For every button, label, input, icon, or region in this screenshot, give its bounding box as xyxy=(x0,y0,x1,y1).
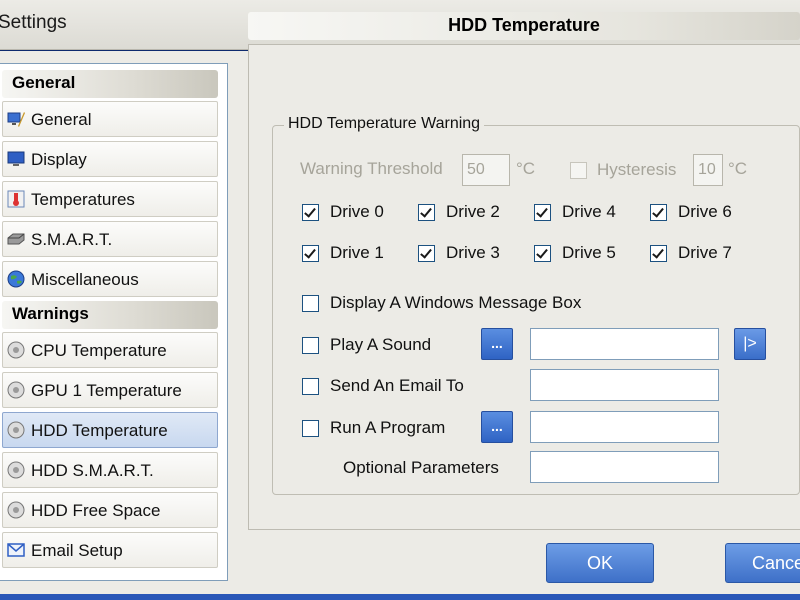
sound-file-input[interactable] xyxy=(530,328,719,360)
hysteresis-label: Hysteresis xyxy=(597,160,677,179)
sidebar-item-label: HDD S.M.A.R.T. xyxy=(31,461,154,480)
hysteresis-checkbox[interactable] xyxy=(570,162,587,179)
run-program-checkbox[interactable] xyxy=(302,420,319,437)
sidebar-item-general[interactable]: General xyxy=(2,101,218,137)
warning-disc-icon xyxy=(7,381,25,399)
ok-button[interactable]: OK xyxy=(546,543,654,583)
drive-2-label: Drive 2 xyxy=(446,202,500,221)
display-icon xyxy=(7,151,25,166)
drive-0-checkbox[interactable] xyxy=(302,204,319,221)
drive-2-checkbox[interactable] xyxy=(418,204,435,221)
sidebar-item-smart[interactable]: S.M.A.R.T. xyxy=(2,221,218,257)
sidebar-item-hdd-smart[interactable]: HDD S.M.A.R.T. xyxy=(2,452,218,488)
checkmark-icon xyxy=(304,246,316,259)
program-path-input[interactable] xyxy=(530,411,719,443)
play-sound-label: Play A Sound xyxy=(330,335,432,354)
message-box-checkbox[interactable] xyxy=(302,295,319,312)
sidebar-item-miscellaneous[interactable]: Miscellaneous xyxy=(2,261,218,297)
drive-1-label: Drive 1 xyxy=(330,243,384,262)
play-sound-checkbox[interactable] xyxy=(302,337,319,354)
sidebar-item-label: Miscellaneous xyxy=(31,270,139,289)
drive-3-label: Drive 3 xyxy=(446,243,500,262)
checkmark-icon xyxy=(536,246,548,259)
browse-sound-button[interactable]: ... xyxy=(481,328,513,360)
sidebar-item-email-setup[interactable]: Email Setup xyxy=(2,532,218,568)
monitor-pen-icon xyxy=(7,112,25,127)
warning-disc-icon xyxy=(7,461,25,479)
checkmark-icon xyxy=(420,246,432,259)
sidebar-item-label: HDD Free Space xyxy=(31,501,161,520)
drive-7-label: Drive 7 xyxy=(678,243,732,262)
sidebar-item-label: Email Setup xyxy=(31,541,123,560)
sidebar-item-label: HDD Temperature xyxy=(31,421,168,440)
checkmark-icon xyxy=(652,205,664,218)
globe-icon xyxy=(7,270,25,288)
drive-4-label: Drive 4 xyxy=(562,202,616,221)
sidebar-section-general: General xyxy=(2,70,218,98)
drive-5-label: Drive 5 xyxy=(562,243,616,262)
threshold-input[interactable] xyxy=(462,154,510,186)
sidebar-item-label: CPU Temperature xyxy=(31,341,167,360)
cancel-button[interactable]: Cancel xyxy=(725,543,800,583)
drive-5-checkbox[interactable] xyxy=(534,245,551,262)
checkmark-icon xyxy=(536,205,548,218)
panel-title: HDD Temperature xyxy=(248,12,800,40)
window-frame-bottom xyxy=(0,594,800,600)
warning-disc-icon xyxy=(7,341,25,359)
groupbox-title: HDD Temperature Warning xyxy=(284,115,485,133)
email-address-input[interactable] xyxy=(530,369,719,401)
browse-program-button[interactable]: ... xyxy=(481,411,513,443)
sidebar-section-warnings: Warnings xyxy=(2,301,218,329)
drive-0-label: Drive 0 xyxy=(330,202,384,221)
threshold-label: Warning Threshold xyxy=(300,159,443,178)
window-title: Settings xyxy=(0,12,67,33)
thermometer-icon xyxy=(7,190,25,208)
threshold-unit: °C xyxy=(516,159,536,178)
drive-4-checkbox[interactable] xyxy=(534,204,551,221)
optional-parameters-label: Optional Parameters xyxy=(343,458,499,477)
sidebar-item-hdd-free-space[interactable]: HDD Free Space xyxy=(2,492,218,528)
drive-1-checkbox[interactable] xyxy=(302,245,319,262)
hysteresis-input[interactable] xyxy=(693,154,723,186)
drive-6-checkbox[interactable] xyxy=(650,204,667,221)
play-sound-button[interactable]: |> xyxy=(734,328,766,360)
drive-3-checkbox[interactable] xyxy=(418,245,435,262)
send-email-label: Send An Email To xyxy=(330,376,464,395)
hdd-icon xyxy=(7,233,25,245)
drive-7-checkbox[interactable] xyxy=(650,245,667,262)
sidebar-item-label: S.M.A.R.T. xyxy=(31,230,113,249)
sidebar-item-label: Display xyxy=(31,150,87,169)
checkmark-icon xyxy=(652,246,664,259)
drive-6-label: Drive 6 xyxy=(678,202,732,221)
warning-disc-icon xyxy=(7,421,25,439)
message-box-label: Display A Windows Message Box xyxy=(330,293,582,312)
send-email-checkbox[interactable] xyxy=(302,378,319,395)
optional-parameters-input[interactable] xyxy=(530,451,719,483)
sidebar-item-display[interactable]: Display xyxy=(2,141,218,177)
settings-sidebar: General General Display Temperatures S.M… xyxy=(0,63,228,581)
warning-disc-icon xyxy=(7,501,25,519)
sidebar-item-label: Temperatures xyxy=(31,190,135,209)
sidebar-item-temperatures[interactable]: Temperatures xyxy=(2,181,218,217)
sidebar-item-cpu-temperature[interactable]: CPU Temperature xyxy=(2,332,218,368)
email-icon xyxy=(7,543,25,557)
run-program-label: Run A Program xyxy=(330,418,446,437)
hysteresis-unit: °C xyxy=(728,159,748,178)
sidebar-item-label: GPU 1 Temperature xyxy=(31,381,182,400)
sidebar-item-hdd-temperature[interactable]: HDD Temperature xyxy=(2,412,218,448)
sidebar-item-label: General xyxy=(31,110,92,129)
sidebar-item-gpu-temperature[interactable]: GPU 1 Temperature xyxy=(2,372,218,408)
checkmark-icon xyxy=(304,205,316,218)
checkmark-icon xyxy=(420,205,432,218)
